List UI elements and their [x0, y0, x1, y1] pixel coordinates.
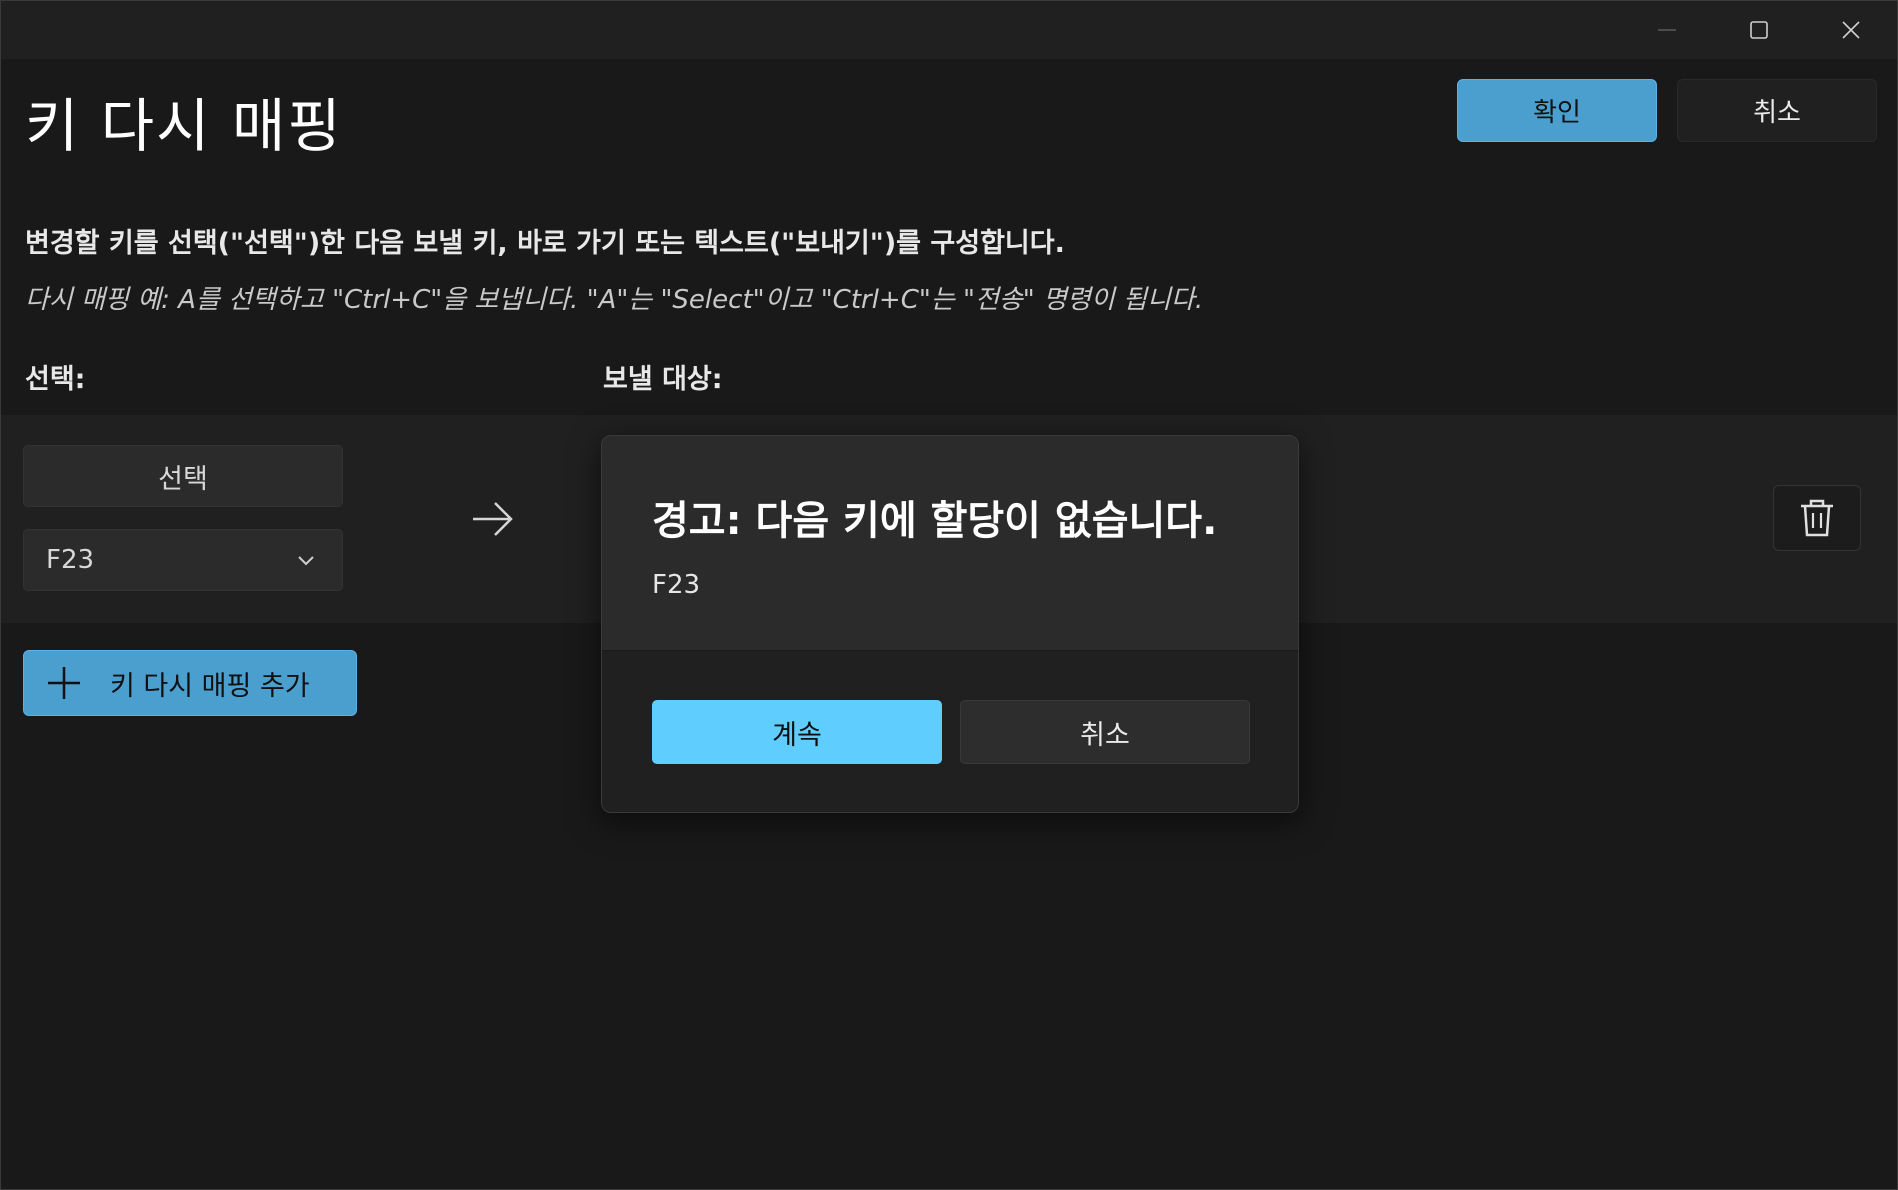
title-bar — [1, 1, 1897, 59]
add-remapping-label: 키 다시 매핑 추가 — [110, 670, 310, 702]
example-text: 다시 매핑 예: A를 선택하고 "Ctrl+C"을 보냅니다. "A"는 "S… — [25, 285, 1204, 315]
maximize-button[interactable] — [1713, 1, 1805, 59]
target-column-label: 보낼 대상: — [603, 364, 723, 395]
instructions-text: 변경할 키를 선택("선택")한 다음 보낼 키, 바로 가기 또는 텍스트("… — [25, 228, 1065, 259]
arrow-right-icon — [473, 502, 513, 536]
ok-button[interactable]: 확인 — [1457, 79, 1657, 142]
add-remapping-button[interactable]: 키 다시 매핑 추가 — [23, 650, 357, 716]
warning-dialog: 경고: 다음 키에 할당이 없습니다. F23 계속 취소 — [601, 435, 1299, 813]
dialog-cancel-button[interactable]: 취소 — [960, 700, 1250, 764]
minimize-button[interactable] — [1621, 1, 1713, 59]
selected-key-value: F23 — [46, 545, 95, 575]
plus-icon — [46, 665, 82, 701]
remap-keys-window: 키 다시 매핑 확인 취소 변경할 키를 선택("선택")한 다음 보낼 키, … — [0, 0, 1898, 1190]
delete-mapping-button[interactable] — [1773, 485, 1861, 551]
dialog-title: 경고: 다음 키에 할당이 없습니다. — [652, 498, 1218, 544]
cancel-button[interactable]: 취소 — [1677, 79, 1877, 142]
close-icon — [1842, 21, 1860, 39]
close-button[interactable] — [1805, 1, 1897, 59]
key-dropdown[interactable]: F23 — [23, 529, 343, 591]
minimize-icon — [1658, 29, 1676, 31]
select-key-button[interactable]: 선택 — [23, 445, 343, 507]
select-column-label: 선택: — [25, 364, 86, 395]
trash-icon — [1801, 499, 1833, 537]
continue-button[interactable]: 계속 — [652, 700, 942, 764]
dialog-body: 경고: 다음 키에 할당이 없습니다. F23 — [602, 436, 1298, 650]
maximize-icon — [1750, 21, 1768, 39]
page-title: 키 다시 매핑 — [25, 92, 343, 160]
chevron-down-icon — [298, 556, 314, 566]
unassigned-key-text: F23 — [652, 570, 701, 600]
